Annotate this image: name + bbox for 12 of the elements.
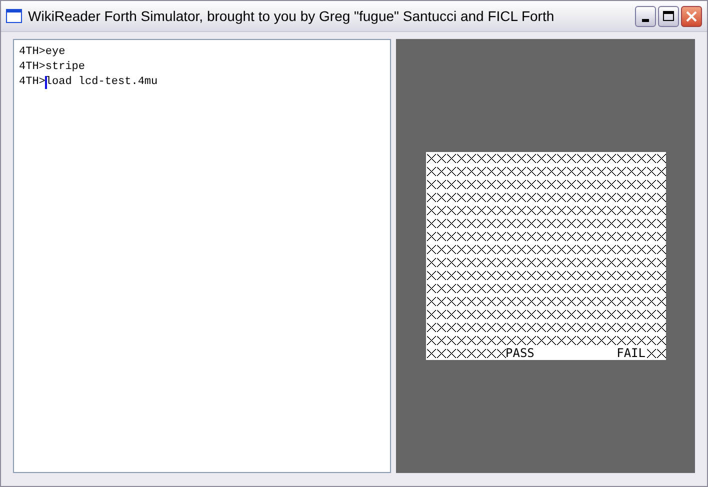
- window-title: WikiReader Forth Simulator, brought to you by Greg "fugue" Santucci and FICL Forth: [28, 6, 556, 26]
- console-line: 4TH>stripe: [19, 60, 86, 75]
- console-line: 4TH>eye: [19, 45, 66, 60]
- window-icon: [6, 9, 22, 23]
- pass-label: PASS: [506, 347, 534, 360]
- minimize-button[interactable]: [635, 6, 656, 26]
- minimize-icon: [642, 18, 649, 22]
- close-icon: [686, 10, 697, 22]
- maximize-button[interactable]: [658, 6, 679, 26]
- close-button[interactable]: [681, 6, 702, 26]
- maximize-icon: [663, 11, 674, 21]
- fail-label: FAIL: [616, 347, 646, 360]
